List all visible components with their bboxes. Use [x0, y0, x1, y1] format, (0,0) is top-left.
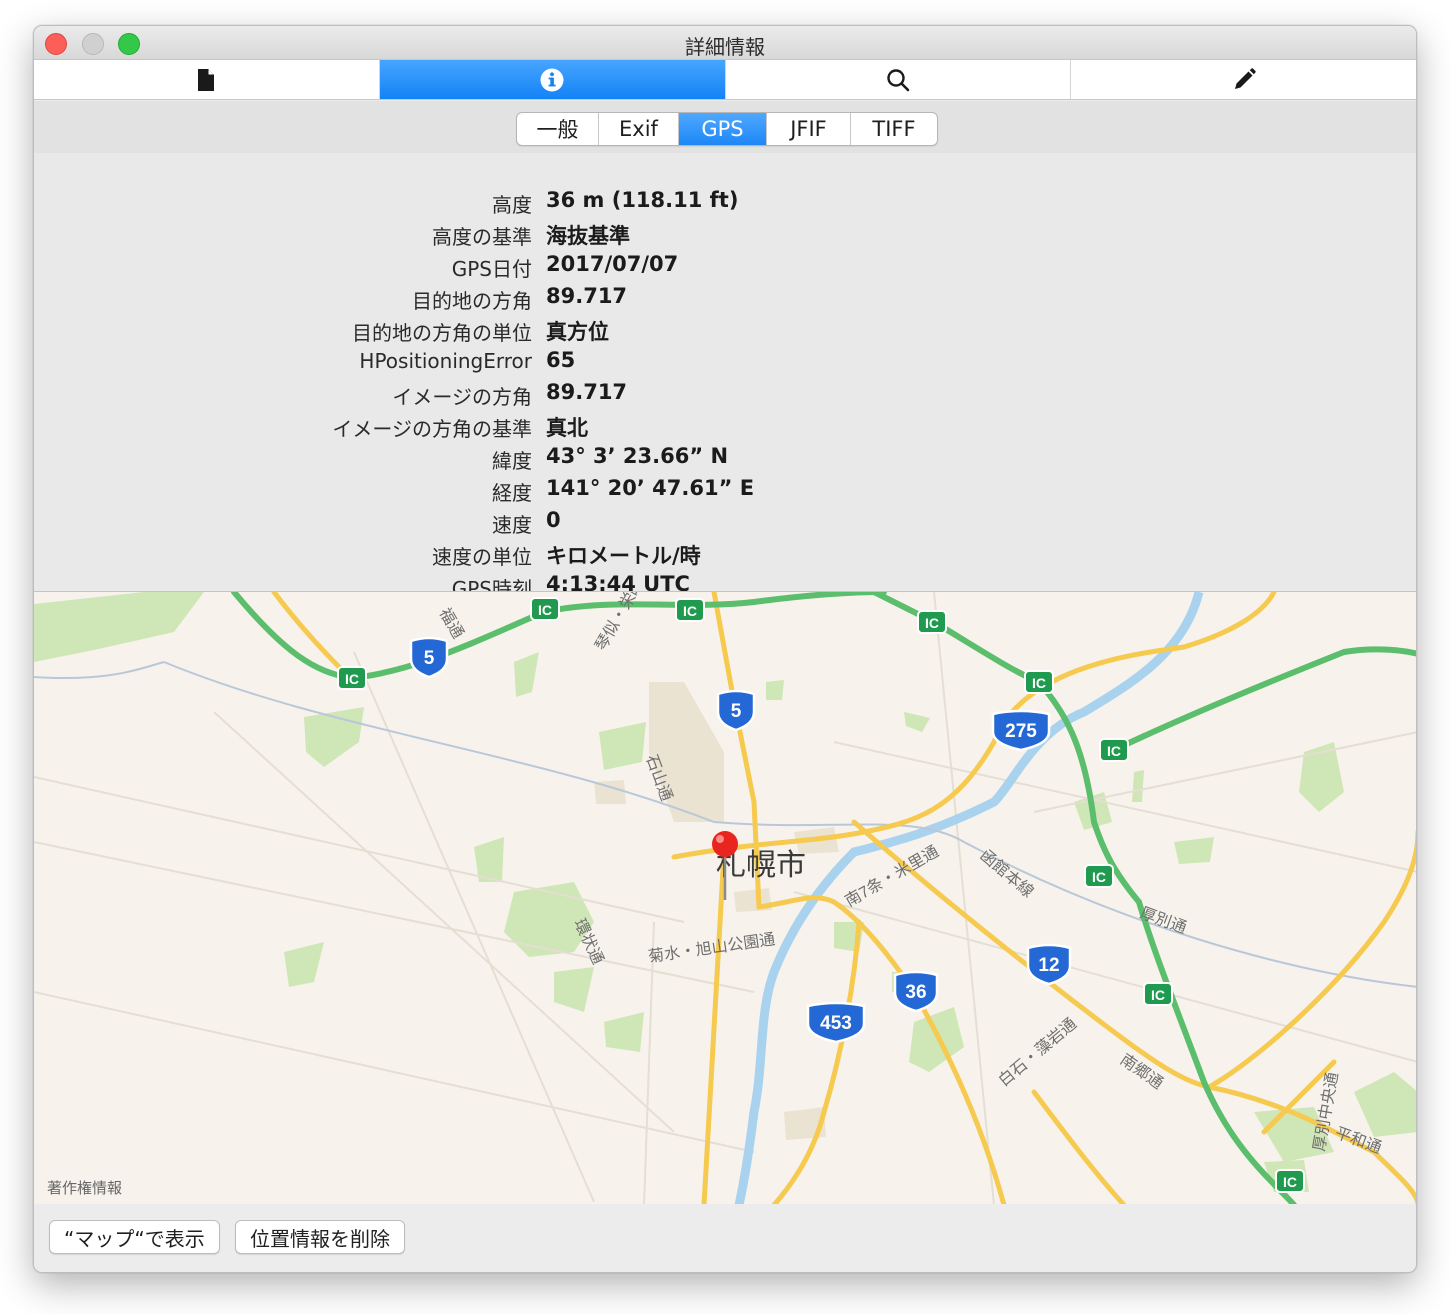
- property-label: 経度: [492, 481, 532, 505]
- segment-gps[interactable]: GPS: [679, 113, 767, 145]
- show-in-maps-button[interactable]: “マップ“で表示: [49, 1220, 220, 1254]
- property-label: イメージの方角: [392, 385, 532, 409]
- interchange-label: IC: [683, 603, 697, 619]
- location-map[interactable]: 札幌市 福通 琴似・栄町通 石山通 環状通 南7条・米里通 函館本線 厚別通 菊水・旭山公園通…: [34, 591, 1416, 1204]
- inspector-toolbar: [34, 60, 1416, 100]
- interchange-icon: IC: [917, 610, 947, 634]
- interchange-label: IC: [1151, 987, 1165, 1003]
- tab-search[interactable]: [726, 60, 1072, 99]
- route-shield-icon: 12: [1026, 943, 1072, 986]
- property-label: GPS日付: [451, 257, 532, 281]
- info-window: 詳細情報 一般 Exif GPS JFIF TIFF 高度 36 m (118.…: [33, 25, 1417, 1273]
- property-value: 海抜基準: [546, 224, 630, 248]
- search-icon: [887, 68, 910, 91]
- route-number: 453: [820, 1013, 852, 1034]
- interchange-label: IC: [1283, 1174, 1297, 1190]
- interchange-icon: IC: [675, 598, 705, 622]
- remove-location-button[interactable]: 位置情報を削除: [235, 1220, 405, 1254]
- document-icon: [198, 68, 215, 91]
- street-label: 琴似・栄町通: [592, 592, 656, 654]
- property-label: HPositioningError: [359, 349, 532, 373]
- route-shield-icon: 5: [716, 689, 756, 732]
- interchange-icon: IC: [1275, 1169, 1305, 1193]
- property-row: HPositioningError 65: [34, 345, 1416, 377]
- property-label: 速度の単位: [432, 545, 532, 569]
- route-shield-icon: 5: [409, 636, 449, 679]
- interchange-label: IC: [1107, 743, 1121, 759]
- property-value: 36 m (118.11 ft): [546, 188, 739, 212]
- route-shield-icon: 275: [991, 709, 1051, 752]
- tab-info[interactable]: [379, 60, 726, 99]
- interchange-icon: IC: [1099, 738, 1129, 762]
- street-label: 白石・藻岩通: [995, 1015, 1080, 1091]
- property-value: 真北: [546, 416, 588, 440]
- tab-file-info[interactable]: [34, 60, 380, 99]
- bottom-bar: “マップ“で表示 位置情報を削除: [34, 1204, 1416, 1272]
- interchange-label: IC: [538, 602, 552, 618]
- property-label: 目的地の方角: [412, 289, 532, 313]
- segment-general[interactable]: 一般: [517, 113, 599, 145]
- interchange-label: IC: [1092, 869, 1106, 885]
- property-value: 0: [546, 508, 561, 532]
- interchange-icon: IC: [530, 597, 560, 621]
- interchange-label: IC: [925, 615, 939, 631]
- street-label: 菊水・旭山公園通: [647, 930, 776, 966]
- property-label: 速度: [492, 513, 532, 537]
- segment-exif[interactable]: Exif: [599, 113, 679, 145]
- route-number: 12: [1038, 955, 1059, 976]
- property-label: 目的地の方角の単位: [352, 321, 532, 345]
- property-row: 速度 0: [34, 505, 1416, 537]
- interchange-icon: IC: [1084, 864, 1114, 888]
- interchange-icon: IC: [1024, 670, 1054, 694]
- street-label: 厚別通: [1138, 904, 1189, 937]
- property-row: 経度 141° 20’ 47.61” E: [34, 473, 1416, 505]
- segment-tiff[interactable]: TIFF: [851, 113, 937, 145]
- property-value: 89.717: [546, 380, 628, 404]
- property-value: 141° 20’ 47.61” E: [546, 476, 755, 500]
- street-label: 南郷通: [1117, 1051, 1167, 1093]
- info-icon: [540, 68, 564, 91]
- street-label: 福通: [436, 605, 468, 642]
- property-row: イメージの方角の基準 真北: [34, 409, 1416, 441]
- property-value: 真方位: [546, 320, 609, 344]
- route-shield-icon: 453: [806, 1001, 866, 1044]
- property-label: 緯度: [492, 449, 532, 473]
- property-value: 43° 3’ 23.66” N: [546, 444, 729, 468]
- interchange-icon: IC: [1143, 982, 1173, 1006]
- interchange-label: IC: [1032, 675, 1046, 691]
- interchange-icon: IC: [337, 666, 367, 690]
- tab-edit[interactable]: [1071, 60, 1416, 99]
- window-title: 詳細情報: [685, 35, 765, 59]
- segment-bar: 一般 Exif GPS JFIF TIFF: [34, 101, 1416, 153]
- segment-jfif[interactable]: JFIF: [767, 113, 851, 145]
- metadata-segmented-control: 一般 Exif GPS JFIF TIFF: [516, 112, 938, 146]
- interchange-label: IC: [345, 671, 359, 687]
- route-number: 5: [731, 701, 742, 722]
- property-row: 目的地の方角の単位 真方位: [34, 313, 1416, 345]
- property-row: 緯度 43° 3’ 23.66” N: [34, 441, 1416, 473]
- property-value: 65: [546, 348, 576, 372]
- property-row: GPS日付 2017/07/07: [34, 249, 1416, 281]
- property-row: イメージの方角 89.717: [34, 377, 1416, 409]
- property-value: 89.717: [546, 284, 628, 308]
- property-value: 2017/07/07: [546, 252, 679, 276]
- property-row: 高度 36 m (118.11 ft): [34, 185, 1416, 217]
- copyright-link[interactable]: 著作権情報: [47, 1177, 122, 1198]
- property-row: 高度の基準 海抜基準: [34, 217, 1416, 249]
- property-row: 速度の単位 キロメートル/時: [34, 537, 1416, 569]
- title-bar[interactable]: 詳細情報: [34, 26, 1416, 60]
- route-number: 5: [424, 648, 435, 669]
- property-label: 高度の基準: [432, 225, 532, 249]
- pencil-icon: [1234, 67, 1256, 89]
- route-number: 275: [1005, 721, 1037, 742]
- property-row: 目的地の方角 89.717: [34, 281, 1416, 313]
- property-value: キロメートル/時: [546, 544, 701, 568]
- property-label: 高度: [492, 193, 532, 217]
- gps-properties-list: 高度 36 m (118.11 ft) 高度の基準 海抜基準 GPS日付 2017/07/…: [34, 153, 1416, 601]
- route-shield-icon: 36: [893, 970, 939, 1013]
- route-number: 36: [905, 982, 926, 1003]
- property-label: イメージの方角の基準: [332, 417, 532, 441]
- map-graphic[interactable]: 札幌市 福通 琴似・栄町通石山通環状通南7条・米里通 函館本線厚別通菊水・旭山公園通…: [34, 592, 1416, 1204]
